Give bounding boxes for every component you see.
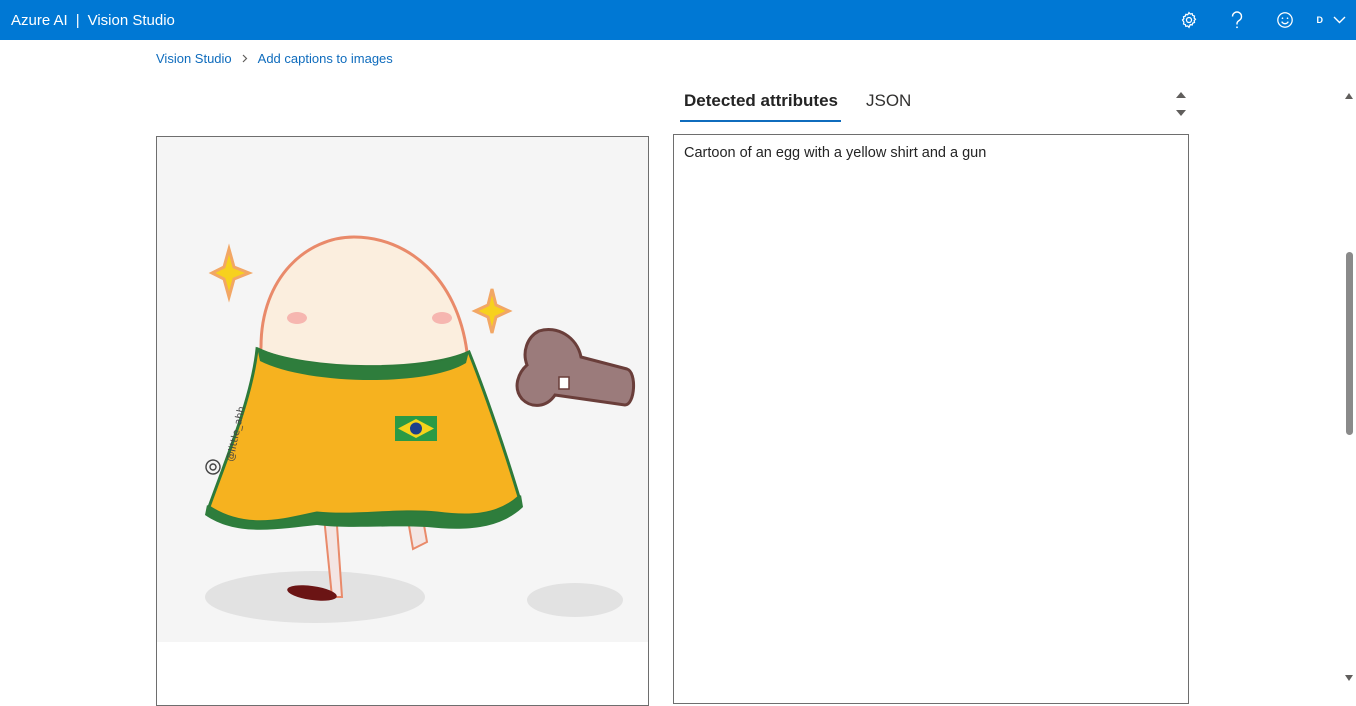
brand-name: Azure AI xyxy=(11,12,68,29)
brand-separator: | xyxy=(76,12,80,29)
page-scrollbar[interactable] xyxy=(1342,80,1356,692)
product-name: Vision Studio xyxy=(88,12,175,29)
brand-title[interactable]: Azure AI | Vision Studio xyxy=(0,12,175,29)
feedback-smiley-icon[interactable] xyxy=(1261,0,1309,40)
top-navigation-bar: Azure AI | Vision Studio D xyxy=(0,0,1356,40)
tab-detected-attributes[interactable]: Detected attributes xyxy=(684,88,838,122)
tab-json[interactable]: JSON xyxy=(866,88,911,122)
scroll-up-icon[interactable] xyxy=(1176,85,1186,103)
result-tabs: Detected attributes JSON xyxy=(684,88,911,122)
scroll-down-icon[interactable] xyxy=(1176,103,1186,121)
breadcrumb: Vision Studio Add captions to images xyxy=(156,51,393,66)
scrollbar-thumb[interactable] xyxy=(1346,252,1353,435)
breadcrumb-item-add-captions[interactable]: Add captions to images xyxy=(258,51,393,66)
scroll-down-arrow-icon[interactable] xyxy=(1345,668,1353,686)
avatar: D xyxy=(1317,15,1324,25)
tab-scroller xyxy=(1173,82,1189,118)
image-preview-panel: @little_ahh xyxy=(156,136,649,706)
chevron-down-icon xyxy=(1333,11,1346,29)
breadcrumb-item-vision-studio[interactable]: Vision Studio xyxy=(156,51,232,66)
chevron-right-icon xyxy=(242,54,248,63)
account-menu[interactable]: D xyxy=(1309,0,1356,40)
scroll-up-arrow-icon[interactable] xyxy=(1345,86,1353,104)
uploaded-image[interactable]: @little_ahh xyxy=(157,137,648,642)
settings-icon[interactable] xyxy=(1165,0,1213,40)
caption-result: Cartoon of an egg with a yellow shirt an… xyxy=(684,145,986,161)
detected-attributes-panel: Cartoon of an egg with a yellow shirt an… xyxy=(673,134,1189,704)
help-icon[interactable] xyxy=(1213,0,1261,40)
